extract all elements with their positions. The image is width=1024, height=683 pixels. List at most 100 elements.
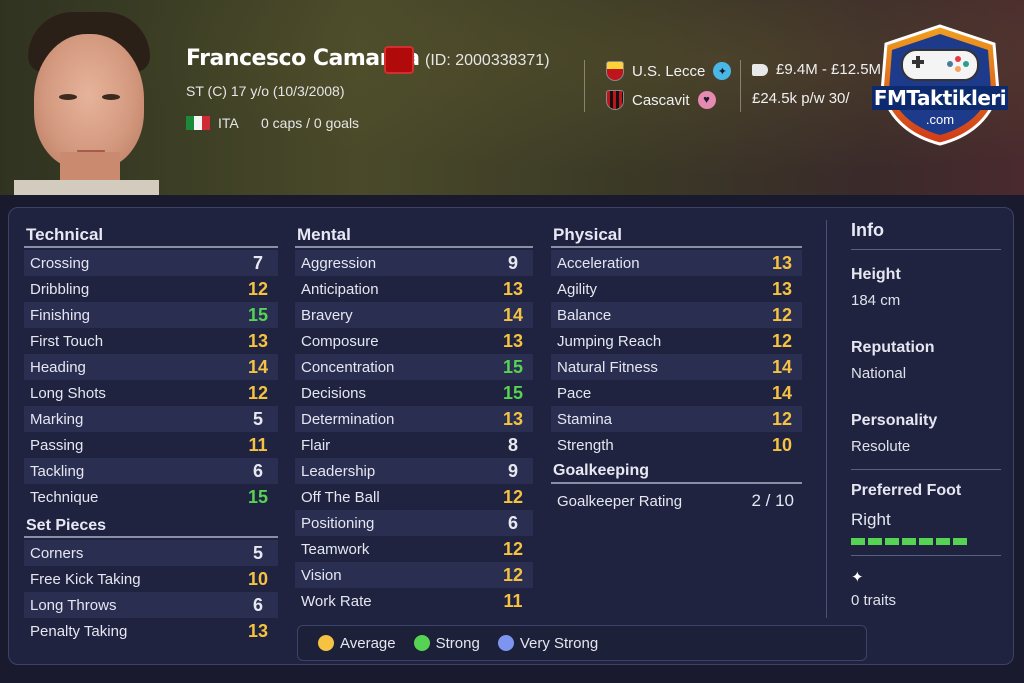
attribute-row[interactable]: Work Rate 11 [295, 588, 533, 614]
attribute-row[interactable]: Finishing 15 [24, 302, 278, 328]
attribute-row[interactable]: Determination 13 [295, 406, 533, 432]
attribute-row[interactable]: Long Throws 6 [24, 592, 278, 618]
attribute-row[interactable]: Stamina 12 [551, 406, 802, 432]
attr-label: Strength [557, 436, 614, 454]
mental-title: Mental [295, 222, 533, 248]
foot-bar-segment [885, 538, 899, 545]
attr-label: Penalty Taking [30, 622, 128, 640]
attr-label: Concentration [301, 358, 395, 376]
attr-label: Leadership [301, 462, 376, 480]
logo-subtext: .com [925, 112, 955, 127]
attr-label: Work Rate [301, 592, 372, 610]
foot-strength-bar [851, 538, 1001, 545]
attribute-row[interactable]: Corners 5 [24, 540, 278, 566]
attribute-row[interactable]: Penalty Taking 13 [24, 618, 278, 644]
attribute-row[interactable]: Long Shots 12 [24, 380, 278, 406]
attribute-row[interactable]: Balance 12 [551, 302, 802, 328]
divider [851, 555, 1001, 556]
attr-label: Vision [301, 566, 342, 584]
attribute-row[interactable]: Bravery 14 [295, 302, 533, 328]
foot-bar-segment [919, 538, 933, 545]
wage: £24.5k p/w 30/ [752, 90, 850, 107]
preferred-foot-label: Preferred Foot [851, 482, 962, 499]
milan-crest-icon [606, 90, 624, 110]
attribute-row[interactable]: Tackling 6 [24, 458, 278, 484]
reputation-value: National [851, 365, 907, 382]
attr-value: 6 [252, 460, 263, 481]
attribute-row[interactable]: Pace 14 [551, 380, 802, 406]
attr-value: 2 / 10 [751, 491, 794, 510]
set-pieces-title: Set Pieces [24, 514, 278, 538]
attribute-row[interactable]: Concentration 15 [295, 354, 533, 380]
attribute-row[interactable]: Technique 15 [24, 484, 278, 510]
attribute-row[interactable]: Decisions 15 [295, 380, 533, 406]
attr-value: 5 [252, 408, 263, 429]
foot-bar-segment [953, 538, 967, 545]
attribute-row[interactable]: Dribbling 12 [24, 276, 278, 302]
lecce-crest-icon [606, 61, 624, 81]
red-card-icon [384, 46, 414, 74]
height-label: Height [851, 266, 901, 283]
attr-label: Balance [557, 306, 612, 324]
attr-label: Positioning [301, 514, 375, 532]
attr-label: Passing [30, 436, 84, 454]
divider [851, 469, 1001, 470]
attr-label: Aggression [301, 254, 377, 272]
attr-value: 12 [502, 486, 524, 507]
loan-club[interactable]: Cascavit ♥ [606, 90, 716, 110]
technical-section: Technical Crossing 7 Dribbling 12 Finishing 1… [24, 222, 278, 644]
attribute-row[interactable]: Strength 10 [551, 432, 802, 458]
attr-label: Crossing [30, 254, 90, 272]
nationality-label: ITA [218, 115, 239, 131]
attr-label: Corners [30, 544, 84, 562]
foot-bar-segment [851, 538, 865, 545]
attribute-row[interactable]: Agility 13 [551, 276, 802, 302]
current-club[interactable]: U.S. Lecce ✦ [606, 61, 732, 81]
attribute-row[interactable]: Teamwork 12 [295, 536, 533, 562]
attribute-row[interactable]: Off The Ball 12 [295, 484, 533, 510]
attr-value: 6 [507, 512, 518, 533]
yellow-dot-icon [318, 634, 334, 651]
attr-value: 13 [502, 278, 524, 299]
chat-bubble-icon[interactable]: ✦ [713, 62, 732, 80]
attribute-row[interactable]: Heading 14 [24, 354, 278, 380]
divider [740, 60, 741, 112]
attribute-row[interactable]: Natural Fitness 14 [551, 354, 802, 380]
attribute-row[interactable]: Aggression 9 [295, 250, 533, 276]
attr-value: 13 [771, 278, 793, 299]
attr-value: 14 [502, 304, 524, 325]
attr-label: Composure [301, 332, 379, 350]
divider [826, 220, 827, 618]
attribute-row[interactable]: Flair 8 [295, 432, 533, 458]
attribute-row[interactable]: Positioning 6 [295, 510, 533, 536]
attr-label: Tackling [30, 462, 85, 480]
attr-label: Anticipation [301, 280, 379, 298]
attribute-row[interactable]: First Touch 13 [24, 328, 278, 354]
transfer-value: £9.4M - £12.5M [752, 61, 881, 78]
attr-label: Long Shots [30, 384, 106, 402]
personality-label: Personality [851, 412, 938, 429]
attr-label: Long Throws [30, 596, 117, 614]
attr-value: 13 [247, 620, 269, 641]
attr-label: Dribbling [30, 280, 90, 298]
attr-value: 15 [247, 486, 269, 507]
attribute-row[interactable]: Free Kick Taking 10 [24, 566, 278, 592]
attr-value: 14 [771, 356, 793, 377]
attribute-row[interactable]: Leadership 9 [295, 458, 533, 484]
attribute-row[interactable]: Crossing 7 [24, 250, 278, 276]
attribute-row[interactable]: Passing 11 [24, 432, 278, 458]
current-club-name: U.S. Lecce [632, 62, 706, 80]
attr-value: 14 [771, 382, 793, 403]
attr-value: 7 [252, 252, 263, 273]
attribute-row[interactable]: Marking 5 [24, 406, 278, 432]
attr-label: Goalkeeper Rating [557, 492, 683, 510]
attribute-row[interactable]: Anticipation 13 [295, 276, 533, 302]
player-position-age: ST (C) 17 y/o (10/3/2008) [186, 83, 345, 99]
heart-bubble-icon[interactable]: ♥ [697, 91, 716, 109]
attribute-row[interactable]: Vision 12 [295, 562, 533, 588]
attribute-row[interactable]: Acceleration 13 [551, 250, 802, 276]
attribute-row[interactable]: Composure 13 [295, 328, 533, 354]
height-value: 184 cm [851, 292, 901, 309]
loan-club-name: Cascavit [632, 91, 690, 109]
attribute-row[interactable]: Jumping Reach 12 [551, 328, 802, 354]
